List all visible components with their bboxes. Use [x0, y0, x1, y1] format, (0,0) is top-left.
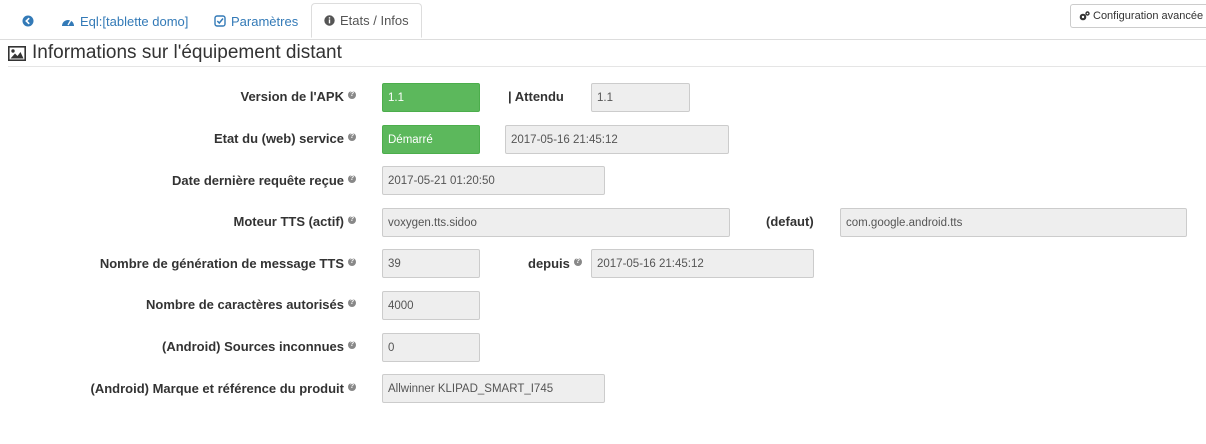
tab-bar: Eql:[tablette domo] Paramètres Etats / I…: [0, 0, 1206, 40]
check-square-icon: [214, 15, 226, 27]
web-service-status-field[interactable]: Démarré: [382, 125, 480, 154]
arrow-circle-left-icon: [22, 15, 34, 27]
help-icon[interactable]: ?: [348, 257, 356, 266]
dashboard-icon: [62, 19, 74, 26]
product-field[interactable]: Allwinner KLIPAD_SMART_I745: [382, 374, 605, 403]
tab-states-infos[interactable]: Etats / Infos: [311, 3, 422, 38]
product-label: (Android) Marque et référence du produit…: [90, 381, 356, 396]
tab-equipment[interactable]: Eql:[tablette domo]: [61, 4, 188, 38]
advanced-config-label: Configuration avancée: [1093, 10, 1204, 22]
tts-count-label: Nombre de génération de message TTS?: [99, 256, 356, 271]
since-label: depuis?: [528, 256, 582, 271]
last-request-field[interactable]: 2017-05-21 01:20:50: [382, 166, 605, 195]
info-circle-icon: [324, 15, 335, 26]
help-icon[interactable]: ?: [573, 257, 582, 266]
tts-since-field[interactable]: 2017-05-16 21:45:12: [591, 249, 814, 278]
unknown-sources-label: (Android) Sources inconnues?: [161, 339, 356, 354]
tab-states-label: Etats / Infos: [340, 13, 409, 28]
help-icon[interactable]: ?: [348, 90, 356, 99]
apk-version-field[interactable]: 1.1: [382, 83, 480, 112]
advanced-config-button[interactable]: Configuration avancée: [1070, 4, 1206, 28]
expected-label: | Attendu: [508, 89, 564, 104]
help-icon[interactable]: ?: [348, 298, 356, 307]
tts-count-field[interactable]: 39: [382, 249, 480, 278]
section-legend: Informations sur l'équipement distant: [8, 40, 1206, 67]
cogs-icon: [1079, 11, 1090, 21]
web-service-label: Etat du (web) service?: [213, 131, 356, 146]
char-count-label: Nombre de caractères autorisés?: [146, 297, 356, 312]
section-title: Informations sur l'équipement distant: [32, 42, 342, 63]
last-request-label: Date dernière requête reçue?: [172, 173, 356, 188]
back-tab[interactable]: [22, 4, 39, 38]
tts-engine-field[interactable]: voxygen.tts.sidoo: [382, 208, 730, 237]
default-label: (defaut): [766, 214, 814, 229]
tab-settings[interactable]: Paramètres: [214, 4, 298, 38]
help-icon[interactable]: ?: [348, 340, 356, 349]
tab-equipment-label: Eql:[tablette domo]: [80, 13, 189, 29]
web-service-since-field[interactable]: 2017-05-16 21:45:12: [505, 125, 729, 154]
help-icon[interactable]: ?: [348, 132, 356, 141]
tts-engine-label: Moteur TTS (actif)?: [233, 214, 356, 229]
picture-icon: [8, 45, 26, 61]
tab-settings-label: Paramètres: [231, 13, 299, 29]
help-icon[interactable]: ?: [348, 215, 356, 224]
expected-version-field[interactable]: 1.1: [591, 83, 690, 112]
apk-version-label: Version de l'APK?: [240, 89, 356, 104]
char-count-field[interactable]: 4000: [382, 291, 480, 320]
help-icon[interactable]: ?: [348, 382, 356, 391]
help-icon[interactable]: ?: [348, 174, 356, 183]
unknown-sources-field[interactable]: 0: [382, 333, 480, 362]
tts-default-field[interactable]: com.google.android.tts: [840, 208, 1187, 237]
